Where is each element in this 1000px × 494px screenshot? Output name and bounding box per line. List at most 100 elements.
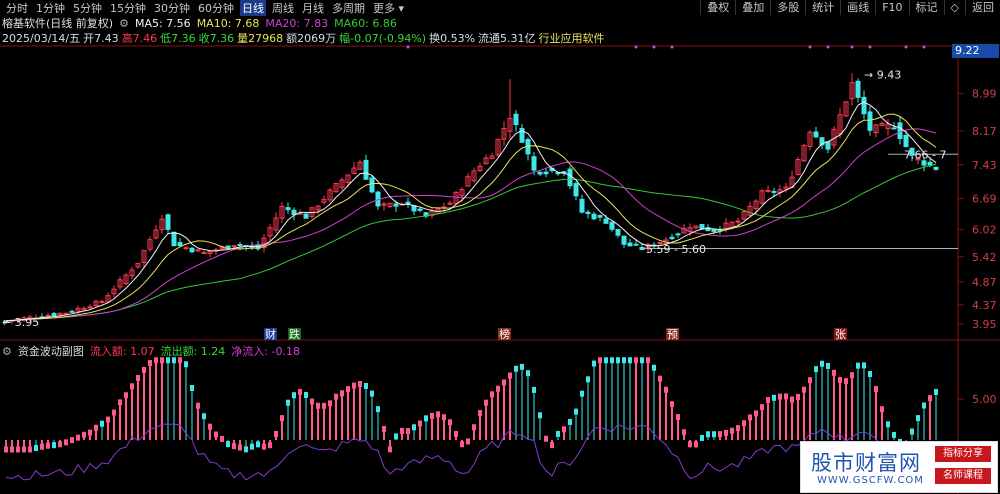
candle-body [369, 177, 375, 193]
flow-cap [490, 391, 494, 398]
candle-body [531, 156, 537, 171]
flow-cap [658, 375, 662, 382]
flow-cap [508, 372, 512, 379]
flow-cap [388, 446, 392, 453]
flow-cap [142, 366, 146, 373]
start-low-label: ← 3.95 [2, 316, 39, 329]
candle-body [171, 231, 177, 247]
event-label: 财 [265, 327, 276, 341]
flow-cap [520, 363, 524, 370]
flow-cap [778, 393, 782, 400]
flow-cap [334, 393, 338, 400]
flow-cap [634, 357, 638, 364]
flow-cap [166, 357, 170, 364]
flow-cap [826, 362, 830, 369]
flow-cap [298, 388, 302, 395]
flow-cap [52, 442, 56, 449]
flow-cap [412, 424, 416, 431]
candle-body [363, 159, 369, 180]
flow-cap [724, 429, 728, 436]
candle-body [861, 96, 867, 115]
flow-cap [160, 357, 164, 364]
candle-body [543, 171, 549, 175]
event-label: 榜 [499, 327, 510, 341]
candle-body [63, 312, 69, 315]
candle-body [867, 111, 873, 131]
y-tick-label: 5.42 [972, 251, 997, 264]
flow-cap [124, 392, 128, 399]
flow-cap [652, 364, 656, 371]
flow-cap [274, 430, 278, 437]
flow-cap [700, 434, 704, 441]
flow-cap [856, 362, 860, 369]
flow-cap [250, 443, 254, 450]
candle-body [189, 247, 195, 253]
flow-cap [118, 399, 122, 406]
current-price-tag: 9.22 [952, 44, 999, 58]
candle-body [201, 251, 207, 254]
kline-chart[interactable]: 8.99 8.17 7.43 6.69 6.02 5.42 4.87 4.37 3.95 → 9.… [0, 0, 1000, 494]
flow-cap [448, 419, 452, 426]
flow-cap [400, 427, 404, 434]
flow-cap [610, 357, 614, 364]
candle-body [393, 203, 399, 207]
candle-body [891, 127, 897, 130]
flow-cap [262, 443, 266, 450]
y-tick-label: 4.37 [972, 299, 997, 312]
flow-cap [850, 372, 854, 379]
flow-cap [886, 421, 890, 428]
flow-cap [16, 446, 20, 453]
flow-cap [280, 415, 284, 422]
candle-body [597, 215, 603, 218]
candle-body [621, 235, 627, 245]
y-tick-label: 8.99 [972, 87, 997, 100]
flow-cap [556, 430, 560, 437]
candle-body [513, 113, 519, 126]
flow-cap [694, 441, 698, 448]
flow-cap [718, 431, 722, 438]
candle-body [627, 242, 633, 247]
flow-cap [226, 441, 230, 448]
signal-dot [652, 45, 656, 49]
flow-cap [232, 443, 236, 450]
flow-cap [106, 416, 110, 423]
flow-cap [154, 357, 158, 364]
flow-cap [322, 402, 326, 409]
flow-cap [928, 395, 932, 402]
flow-cap [514, 365, 518, 372]
flow-cap [316, 402, 320, 409]
flow-cap [244, 446, 248, 453]
flow-cap [814, 366, 818, 373]
event-label: 预 [667, 328, 678, 341]
flow-cap [664, 386, 668, 393]
flow-cap [916, 415, 920, 422]
flow-cap [184, 361, 188, 368]
candle-body [603, 218, 609, 224]
flow-cap [808, 377, 812, 384]
flow-cap [34, 445, 38, 452]
flow-cap [178, 357, 182, 364]
candle-body [927, 161, 933, 166]
candle-body [165, 214, 171, 230]
flow-cap [202, 413, 206, 420]
flow-cap [538, 412, 542, 419]
flow-cap [862, 362, 866, 369]
flow-cap [346, 386, 350, 393]
candle-body [411, 205, 417, 212]
flow-cap [310, 398, 314, 405]
flow-cap [628, 357, 632, 364]
flow-cap [94, 424, 98, 431]
candle-body [237, 243, 243, 246]
flow-cap [358, 381, 362, 388]
flow-cap [64, 439, 68, 446]
candle-body [285, 207, 291, 211]
signal-dot [808, 45, 812, 49]
candle-body [855, 80, 861, 98]
flow-cap [682, 429, 686, 436]
flow-cap [454, 430, 458, 437]
flow-cap [418, 420, 422, 427]
y-tick-label: 3.95 [972, 318, 997, 331]
flow-cap [526, 370, 530, 377]
flow-cap [868, 371, 872, 378]
flow-cap [766, 397, 770, 404]
